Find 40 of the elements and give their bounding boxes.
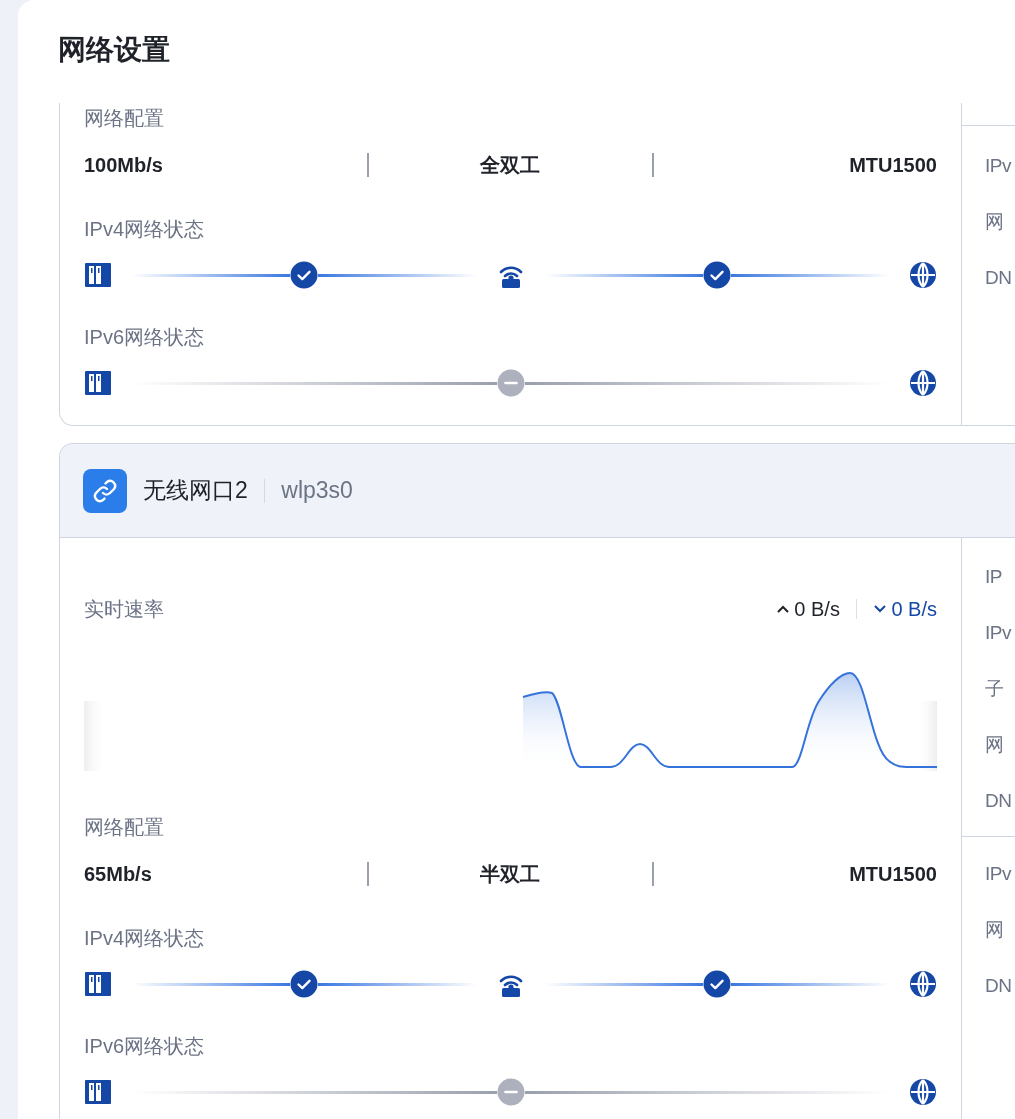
duplex-mode: 全双工 — [479, 152, 542, 178]
mtu-value: MTU1500 — [848, 153, 937, 177]
info-label: DN — [985, 789, 1013, 813]
info-label: DN — [985, 974, 1013, 998]
server-icon — [84, 1079, 112, 1105]
device-name: wlp3s0 — [281, 477, 353, 504]
info-label: 网 — [985, 733, 1005, 757]
section-label: IPv6网络状态 — [84, 325, 206, 350]
server-icon — [84, 262, 112, 288]
interface-name: 无线网口2 — [143, 476, 248, 505]
rate-label: 实时速率 — [84, 597, 165, 622]
info-label: IP — [985, 565, 1003, 589]
page-title: 网络设置 — [57, 33, 171, 67]
section-label: IPv6网络状态 — [84, 1034, 206, 1059]
info-label: IPv — [985, 621, 1013, 645]
section-label: 网络配置 — [84, 106, 165, 131]
info-label: 子 — [985, 677, 1005, 701]
server-icon — [84, 971, 112, 997]
link-speed: 100Mb/s — [84, 153, 164, 177]
download-speed: 0 B/s — [873, 597, 937, 621]
mtu-value: MTU1500 — [848, 862, 937, 886]
info-label: IPv — [985, 862, 1013, 886]
link-icon — [83, 468, 127, 513]
globe-icon — [909, 1078, 937, 1106]
server-icon — [84, 370, 112, 396]
upload-speed: 0 B/s — [776, 597, 840, 621]
info-label: DN — [985, 266, 1013, 290]
globe-icon — [909, 970, 937, 998]
globe-icon — [909, 369, 937, 397]
section-label: 网络配置 — [84, 815, 165, 840]
link-speed: 65Mb/s — [84, 862, 153, 886]
chevron-down-icon — [873, 604, 888, 614]
duplex-mode: 半双工 — [479, 861, 542, 887]
section-label: IPv4网络状态 — [84, 926, 206, 951]
info-label: 网 — [985, 918, 1005, 942]
info-label: 网 — [985, 210, 1005, 234]
section-label: IPv4网络状态 — [84, 217, 206, 242]
chevron-up-icon — [776, 604, 791, 614]
info-label: IPv — [985, 154, 1013, 178]
globe-icon — [909, 261, 937, 289]
